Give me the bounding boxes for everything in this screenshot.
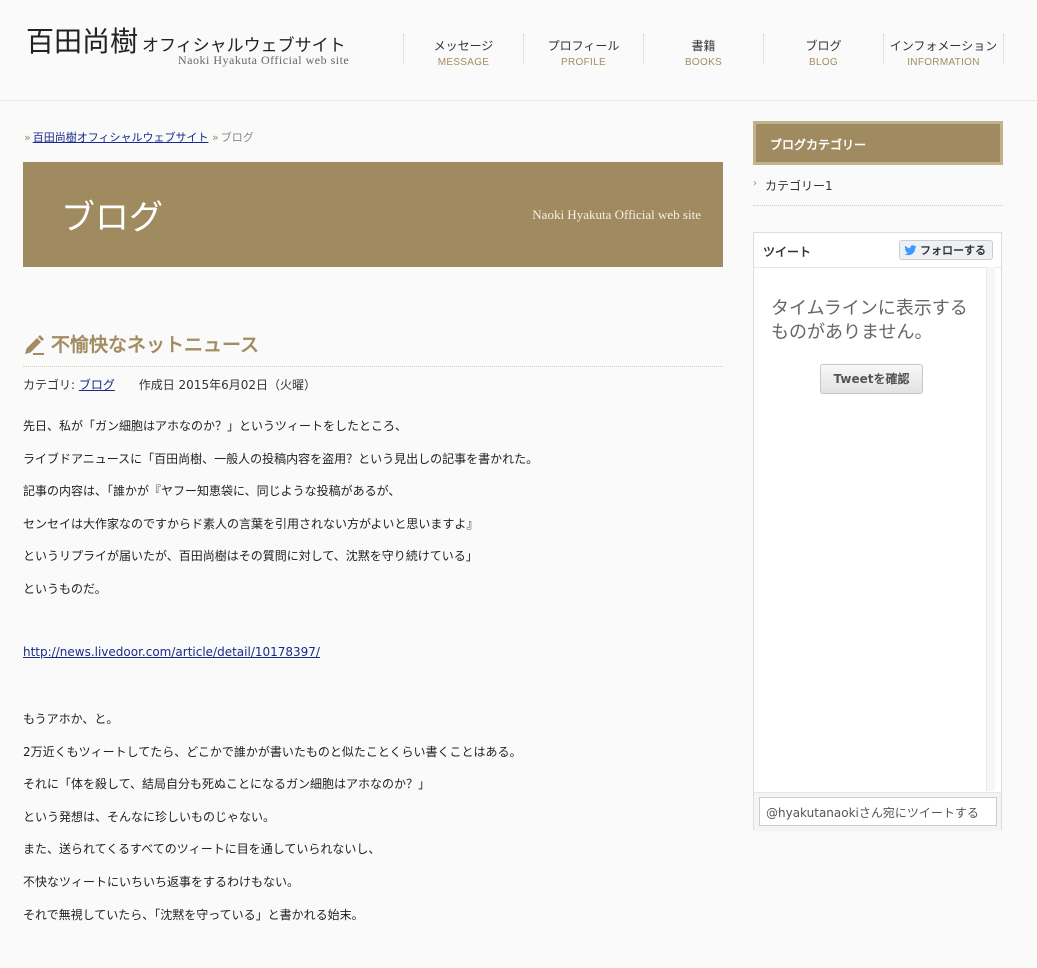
follow-button-label: フォローする: [920, 244, 986, 257]
article-paragraph: という発想は、そんなに珍しいものじゃない。: [23, 810, 276, 824]
blog-category-heading: ブログカテゴリー: [753, 121, 1003, 165]
article-paragraph: というものだ。: [23, 582, 107, 596]
logo-name: 百田尚樹: [26, 25, 139, 58]
nav-label-jp: ブログ: [805, 39, 842, 53]
article-meta: カテゴリ: ブログ 作成日 2015年6月02日（火曜）: [23, 376, 316, 393]
double-chevron-icon: »: [24, 131, 31, 144]
nav-label-en: BOOKS: [684, 57, 723, 68]
tweet-to-input[interactable]: @hyakutanaokiさん宛にツイートする: [759, 797, 997, 826]
nav-item-information[interactable]: インフォメーション INFORMATION: [883, 34, 1004, 68]
category-link[interactable]: ブログ: [79, 378, 115, 392]
nav-label-jp: インフォメーション: [889, 39, 998, 53]
nav-label-en: INFORMATION: [907, 57, 980, 68]
twitter-bird-icon: [904, 244, 917, 255]
nav-item-books[interactable]: 書籍 BOOKS: [643, 34, 763, 68]
timeline-empty-message: タイムラインに表示するものがありません。: [771, 298, 968, 343]
nav-label-en: MESSAGE: [437, 57, 490, 68]
article-paragraph: もうアホか、と。: [23, 712, 119, 726]
twitter-widget: ツイート フォローする タイムラインに表示するものがありません。 Tweetを確…: [753, 232, 1002, 831]
article-paragraph: 先日、私が「ガン細胞はアホなのか？」というツィートをしたところ、: [23, 419, 408, 433]
main-nav: メッセージ MESSAGE プロフィール PROFILE 書籍 BOOKS ブロ…: [403, 34, 1004, 68]
category-heading-label: ブログカテゴリー: [770, 138, 867, 152]
breadcrumb: » 百田尚樹オフィシャルウェブサイト » ブログ: [24, 129, 254, 145]
nav-label-en: BLOG: [809, 57, 838, 68]
article-paragraph: ライブドアニュースに「百田尚樹、一般人の投稿内容を盗用？という見出しの記事を書か…: [23, 452, 539, 466]
twitter-widget-title: ツイート: [763, 245, 812, 259]
article-paragraph: というリプライが届いたが、百田尚樹はその質問に対して、沈黙を守り続けている」: [23, 549, 478, 563]
category-item-label: カテゴリー1: [765, 179, 833, 193]
article-paragraph: センセイは大作家なのですからド素人の言葉を引用されない方がよいと思いますよ』: [23, 517, 479, 531]
pencil-icon: [25, 335, 44, 355]
category-label: カテゴリ:: [23, 378, 76, 392]
article-paragraph: 記事の内容は、「誰かが『ヤフー知恵袋に、同じような投稿があるが、: [23, 484, 401, 498]
double-chevron-icon: »: [212, 131, 219, 144]
twitter-widget-header: ツイート フォローする: [754, 233, 1001, 268]
timeline-scrollbar[interactable]: [986, 267, 995, 791]
category-item[interactable]: › カテゴリー1: [753, 166, 1003, 206]
site-header: 百田尚樹 オフィシャルウェブサイト Naoki Hyakuta Official …: [0, 0, 1037, 101]
view-tweets-button[interactable]: Tweetを確認: [820, 364, 923, 394]
chevron-right-icon: ›: [753, 178, 757, 189]
breadcrumb-current: ブログ: [220, 131, 254, 144]
nav-label-en: PROFILE: [561, 57, 606, 68]
nav-label-jp: プロフィール: [547, 39, 620, 53]
article-paragraph: 2万近くもツィートしてたら、どこかで誰かが書いたものと似たことくらい書くことはあ…: [23, 745, 522, 759]
article-date: 作成日 2015年6月02日（火曜）: [138, 378, 316, 392]
nav-label-jp: 書籍: [691, 39, 716, 53]
article-paragraph: また、送られてくるすべてのツィートに目を通していられないし、: [23, 842, 381, 856]
article-paragraph: それに「体を殺して、結局自分も死ぬことになるガン細胞はアホなのか？」: [23, 777, 431, 791]
nav-item-profile[interactable]: プロフィール PROFILE: [523, 34, 643, 68]
article-paragraph: 不快なツィートにいちいち返事をするわけもない。: [23, 875, 300, 889]
article-paragraph: それで無視していたら、「沈黙を守っている」と書かれる始末。: [23, 908, 364, 922]
news-article-link[interactable]: http://news.livedoor.com/article/detail/…: [23, 645, 320, 659]
nav-item-blog[interactable]: ブログ BLOG: [763, 34, 883, 68]
banner-subtitle: Naoki Hyakuta Official web site: [532, 207, 701, 222]
article-header: 不愉快なネットニュース: [23, 330, 723, 367]
follow-button[interactable]: フォローする: [899, 240, 993, 260]
article-link-line: http://news.livedoor.com/article/detail/…: [23, 645, 320, 659]
twitter-widget-footer: @hyakutanaokiさん宛にツイートする: [754, 792, 1001, 831]
nav-label-jp: メッセージ: [433, 39, 494, 53]
nav-item-message[interactable]: メッセージ MESSAGE: [403, 34, 523, 68]
page-title: ブログ: [61, 198, 163, 238]
breadcrumb-home-link[interactable]: 百田尚樹オフィシャルウェブサイト: [33, 131, 209, 144]
logo-english: Naoki Hyakuta Official web site: [178, 53, 350, 67]
article-title: 不愉快なネットニュース: [51, 334, 260, 356]
page-banner: ブログ Naoki Hyakuta Official web site: [23, 162, 723, 267]
